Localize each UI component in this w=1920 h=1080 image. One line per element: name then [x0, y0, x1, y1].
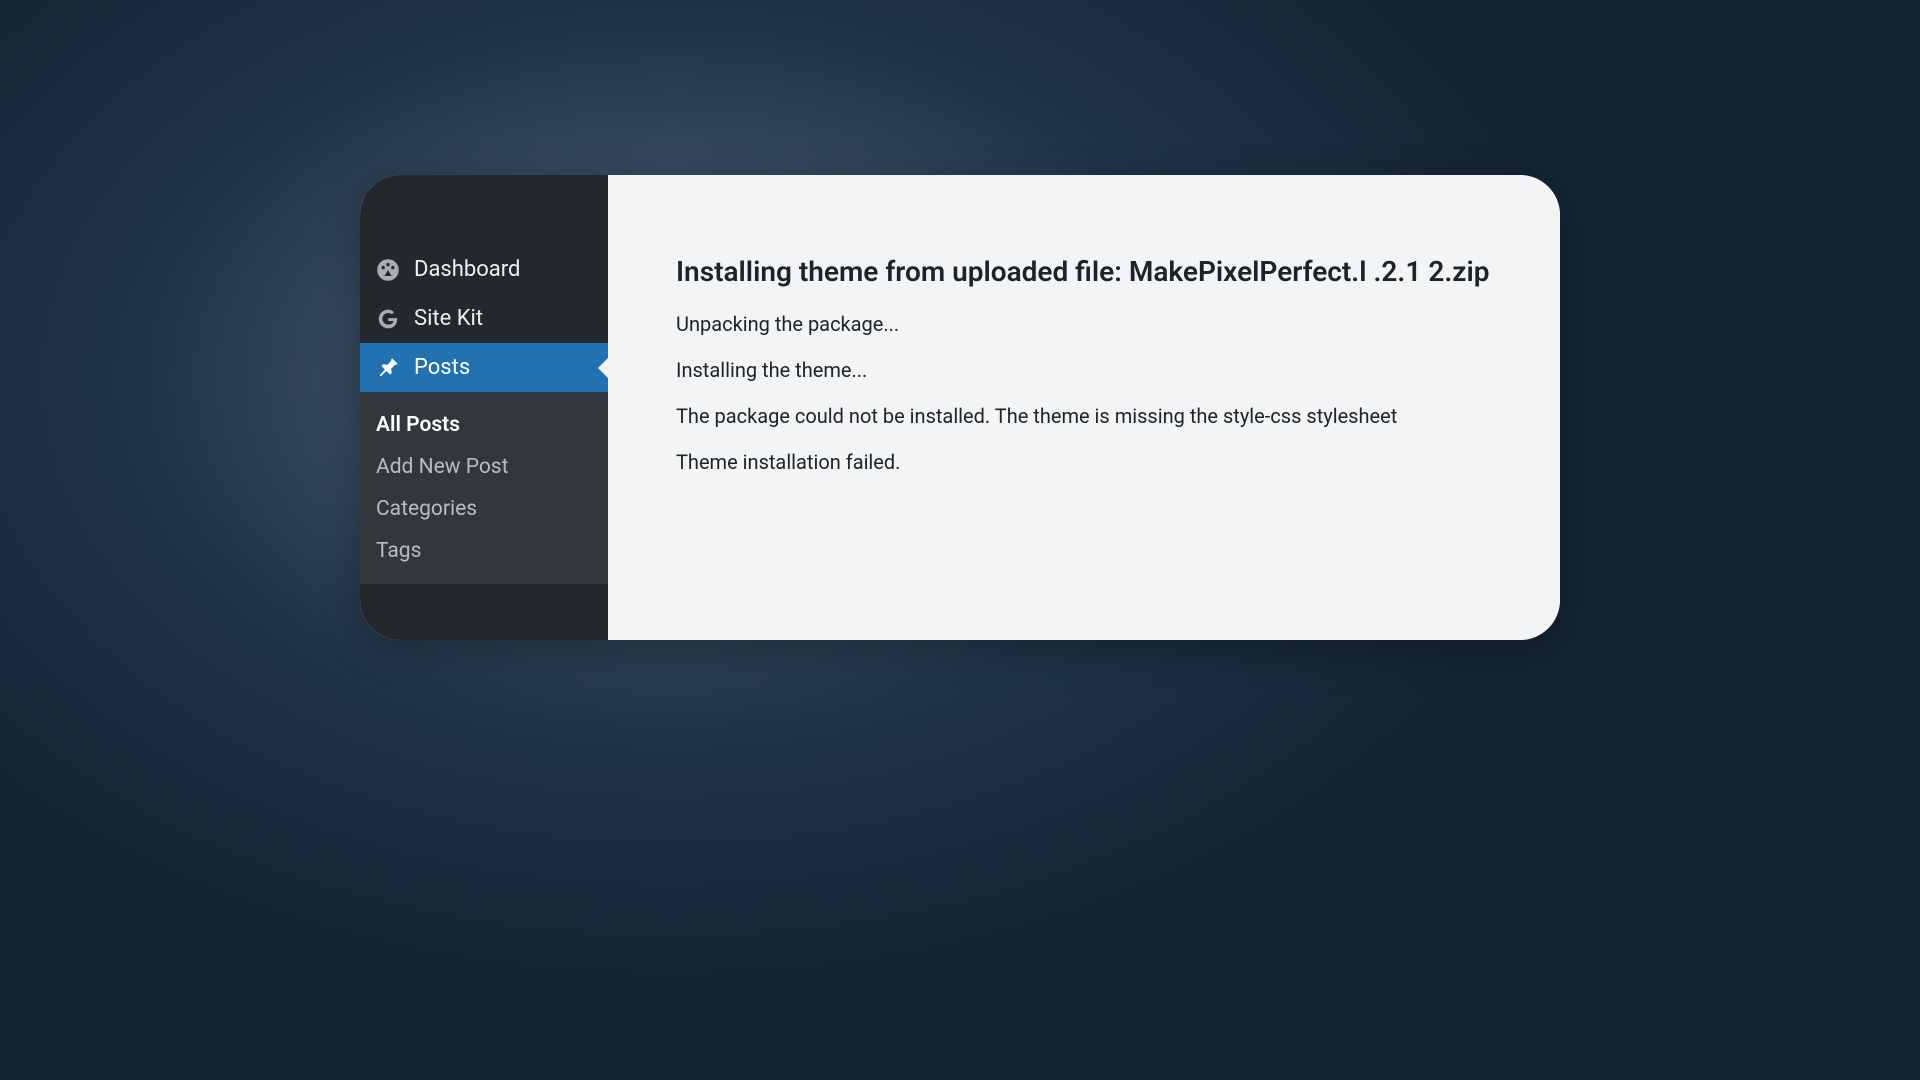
submenu-item-all-posts[interactable]: All Posts — [360, 404, 608, 446]
submenu-item-label: Tags — [376, 539, 421, 563]
status-line: The package could not be installed. The … — [676, 402, 1492, 430]
dashboard-icon — [376, 258, 400, 282]
submenu-item-add-new[interactable]: Add New Post — [360, 446, 608, 488]
status-line: Installing the theme... — [676, 356, 1492, 384]
submenu-item-label: Add New Post — [376, 455, 509, 479]
sidebar-item-label: Dashboard — [414, 257, 520, 282]
posts-submenu: All Posts Add New Post Categories Tags — [360, 392, 608, 584]
google-g-icon — [376, 307, 400, 331]
pin-icon — [376, 356, 400, 380]
submenu-item-label: All Posts — [376, 413, 460, 437]
admin-window: Dashboard Site Kit Posts All Posts — [360, 175, 1560, 640]
sidebar-item-sitekit[interactable]: Site Kit — [360, 294, 608, 343]
submenu-item-categories[interactable]: Categories — [360, 488, 608, 530]
sidebar-item-posts[interactable]: Posts — [360, 343, 608, 392]
status-line: Unpacking the package... — [676, 310, 1492, 338]
sidebar-item-dashboard[interactable]: Dashboard — [360, 245, 608, 294]
admin-sidebar: Dashboard Site Kit Posts All Posts — [360, 175, 608, 640]
main-content: Installing theme from uploaded file: Mak… — [608, 175, 1560, 640]
sidebar-item-label: Posts — [414, 355, 470, 380]
page-title: Installing theme from uploaded file: Mak… — [676, 255, 1492, 288]
sidebar-item-label: Site Kit — [414, 306, 483, 331]
submenu-item-label: Categories — [376, 497, 477, 521]
submenu-item-tags[interactable]: Tags — [360, 530, 608, 572]
status-line: Theme installation failed. — [676, 448, 1492, 476]
